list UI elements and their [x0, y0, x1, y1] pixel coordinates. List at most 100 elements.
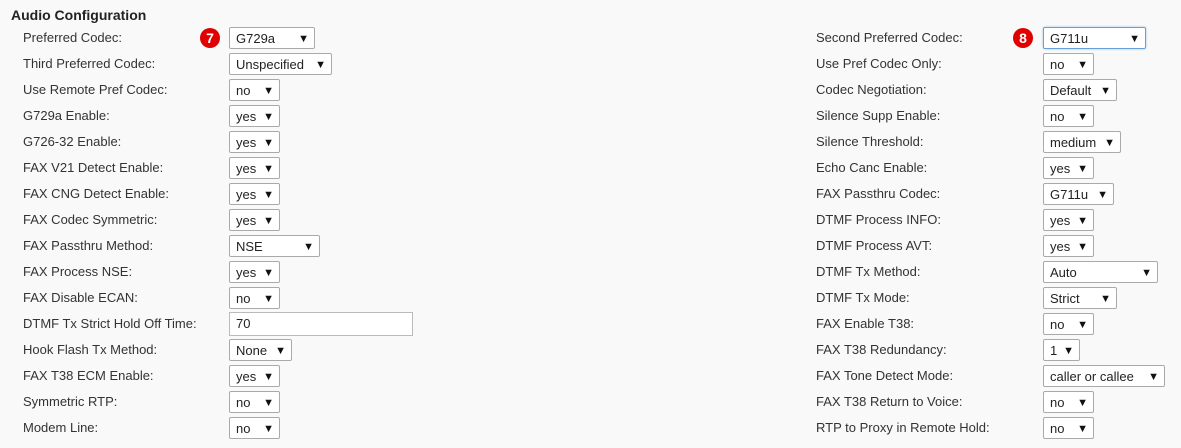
chevron-down-icon: ▼: [1141, 267, 1152, 279]
fax-cng-detect-enable-label: FAX CNG Detect Enable:: [23, 186, 169, 201]
g729a-enable-select[interactable]: yes ▼: [229, 105, 280, 127]
fax-disable-ecan-value: no: [236, 291, 251, 306]
fax-codec-symmetric-value: yes: [236, 213, 257, 228]
silence-supp-enable-select[interactable]: no ▼: [1043, 105, 1094, 127]
echo-canc-enable-select[interactable]: yes ▼: [1043, 157, 1094, 179]
dtmf-tx-mode-label: DTMF Tx Mode:: [816, 290, 910, 305]
codec-negotiation-select[interactable]: Default ▼: [1043, 79, 1117, 101]
chevron-down-icon: ▼: [298, 33, 309, 45]
use-pref-codec-only-label: Use Pref Codec Only:: [816, 56, 942, 71]
fax-process-nse-value: yes: [236, 265, 257, 280]
fax-cng-detect-enable-select[interactable]: yes ▼: [229, 183, 280, 205]
g726-32-enable-select[interactable]: yes ▼: [229, 131, 280, 153]
symmetric-rtp-select[interactable]: no ▼: [229, 391, 280, 413]
dtmf-tx-strict-hold-off-time-label: DTMF Tx Strict Hold Off Time:: [23, 316, 197, 331]
chevron-down-icon: ▼: [303, 241, 314, 253]
symmetric-rtp-label: Symmetric RTP:: [23, 394, 118, 409]
third-preferred-codec-label: Third Preferred Codec:: [23, 56, 156, 71]
hook-flash-tx-method-select[interactable]: None ▼: [229, 339, 292, 361]
chevron-down-icon: ▼: [315, 59, 326, 71]
chevron-down-icon: ▼: [263, 189, 274, 201]
second-preferred-codec-select[interactable]: G711u ▼: [1043, 27, 1146, 49]
use-pref-codec-only-select[interactable]: no ▼: [1043, 53, 1094, 75]
silence-supp-enable-value: no: [1050, 109, 1065, 124]
rtp-to-proxy-in-remote-hold-value: no: [1050, 421, 1065, 436]
chevron-down-icon: ▼: [1148, 371, 1159, 383]
fax-t38-return-to-voice-value: no: [1050, 395, 1065, 410]
hook-flash-tx-method-value: None: [236, 343, 268, 358]
fax-disable-ecan-select[interactable]: no ▼: [229, 287, 280, 309]
chevron-down-icon: ▼: [263, 163, 274, 175]
chevron-down-icon: ▼: [1129, 33, 1140, 45]
codec-negotiation-value: Default: [1050, 83, 1092, 98]
fax-process-nse-label: FAX Process NSE:: [23, 264, 133, 279]
chevron-down-icon: ▼: [263, 267, 274, 279]
rtp-to-proxy-in-remote-hold-select[interactable]: no ▼: [1043, 417, 1094, 439]
chevron-down-icon: ▼: [1077, 241, 1088, 253]
fax-codec-symmetric-select[interactable]: yes ▼: [229, 209, 280, 231]
dtmf-tx-mode-select[interactable]: Strict ▼: [1043, 287, 1117, 309]
fax-enable-t38-value: no: [1050, 317, 1065, 332]
chevron-down-icon: ▼: [263, 137, 274, 149]
chevron-down-icon: ▼: [1104, 137, 1115, 149]
fax-passthru-method-select[interactable]: NSE ▼: [229, 235, 320, 257]
fax-enable-t38-label: FAX Enable T38:: [816, 316, 915, 331]
fax-process-nse-select[interactable]: yes ▼: [229, 261, 280, 283]
chevron-down-icon: ▼: [1097, 189, 1108, 201]
chevron-down-icon: ▼: [1077, 111, 1088, 123]
fax-t38-redundancy-value: 1: [1050, 343, 1058, 358]
chevron-down-icon: ▼: [1077, 423, 1088, 435]
silence-threshold-label: Silence Threshold:: [816, 134, 924, 149]
dtmf-process-info-label: DTMF Process INFO:: [816, 212, 941, 227]
g729a-enable-label: G729a Enable:: [23, 108, 110, 123]
fax-t38-ecm-enable-select[interactable]: yes ▼: [229, 365, 280, 387]
annotation-badge-8: 8: [1013, 28, 1033, 48]
dtmf-process-avt-label: DTMF Process AVT:: [816, 238, 933, 253]
chevron-down-icon: ▼: [1100, 293, 1111, 305]
use-remote-pref-codec-label: Use Remote Pref Codec:: [23, 82, 168, 97]
use-remote-pref-codec-select[interactable]: no ▼: [229, 79, 280, 101]
g726-32-enable-value: yes: [236, 135, 257, 150]
fax-passthru-codec-label: FAX Passthru Codec:: [816, 186, 941, 201]
chevron-down-icon: ▼: [1077, 59, 1088, 71]
dtmf-process-avt-select[interactable]: yes ▼: [1043, 235, 1094, 257]
chevron-down-icon: ▼: [1063, 345, 1074, 357]
fax-enable-t38-select[interactable]: no ▼: [1043, 313, 1094, 335]
chevron-down-icon: ▼: [263, 397, 274, 409]
chevron-down-icon: ▼: [263, 371, 274, 383]
fax-tone-detect-mode-select[interactable]: caller or callee ▼: [1043, 365, 1165, 387]
modem-line-select[interactable]: no ▼: [229, 417, 280, 439]
dtmf-tx-strict-hold-off-time-input[interactable]: 70: [229, 312, 413, 336]
annotation-badge-7: 7: [200, 28, 220, 48]
fax-t38-return-to-voice-select[interactable]: no ▼: [1043, 391, 1094, 413]
third-preferred-codec-select[interactable]: Unspecified ▼: [229, 53, 332, 75]
g726-32-enable-label: G726-32 Enable:: [23, 134, 122, 149]
silence-supp-enable-label: Silence Supp Enable:: [816, 108, 941, 123]
fax-v21-detect-enable-select[interactable]: yes ▼: [229, 157, 280, 179]
chevron-down-icon: ▼: [1077, 319, 1088, 331]
preferred-codec-select[interactable]: G729a ▼: [229, 27, 315, 49]
third-preferred-codec-value: Unspecified: [236, 57, 304, 72]
echo-canc-enable-label: Echo Canc Enable:: [816, 160, 928, 175]
chevron-down-icon: ▼: [263, 423, 274, 435]
fax-t38-redundancy-label: FAX T38 Redundancy:: [816, 342, 947, 357]
silence-threshold-value: medium: [1050, 135, 1097, 150]
fax-passthru-codec-select[interactable]: G711u ▼: [1043, 183, 1114, 205]
chevron-down-icon: ▼: [1077, 163, 1088, 175]
use-remote-pref-codec-value: no: [236, 83, 251, 98]
symmetric-rtp-value: no: [236, 395, 251, 410]
silence-threshold-select[interactable]: medium ▼: [1043, 131, 1121, 153]
fax-t38-return-to-voice-label: FAX T38 Return to Voice:: [816, 394, 963, 409]
dtmf-process-info-value: yes: [1050, 213, 1071, 228]
fax-t38-redundancy-select[interactable]: 1 ▼: [1043, 339, 1080, 361]
g729a-enable-value: yes: [236, 109, 257, 124]
dtmf-tx-method-select[interactable]: Auto ▼: [1043, 261, 1158, 283]
chevron-down-icon: ▼: [275, 345, 286, 357]
preferred-codec-value: G729a: [236, 31, 276, 46]
fax-passthru-method-value: NSE: [236, 239, 263, 254]
dtmf-process-info-select[interactable]: yes ▼: [1043, 209, 1094, 231]
modem-line-label: Modem Line:: [23, 420, 99, 435]
dtmf-tx-method-value: Auto: [1050, 265, 1077, 280]
modem-line-value: no: [236, 421, 251, 436]
fax-t38-ecm-enable-value: yes: [236, 369, 257, 384]
